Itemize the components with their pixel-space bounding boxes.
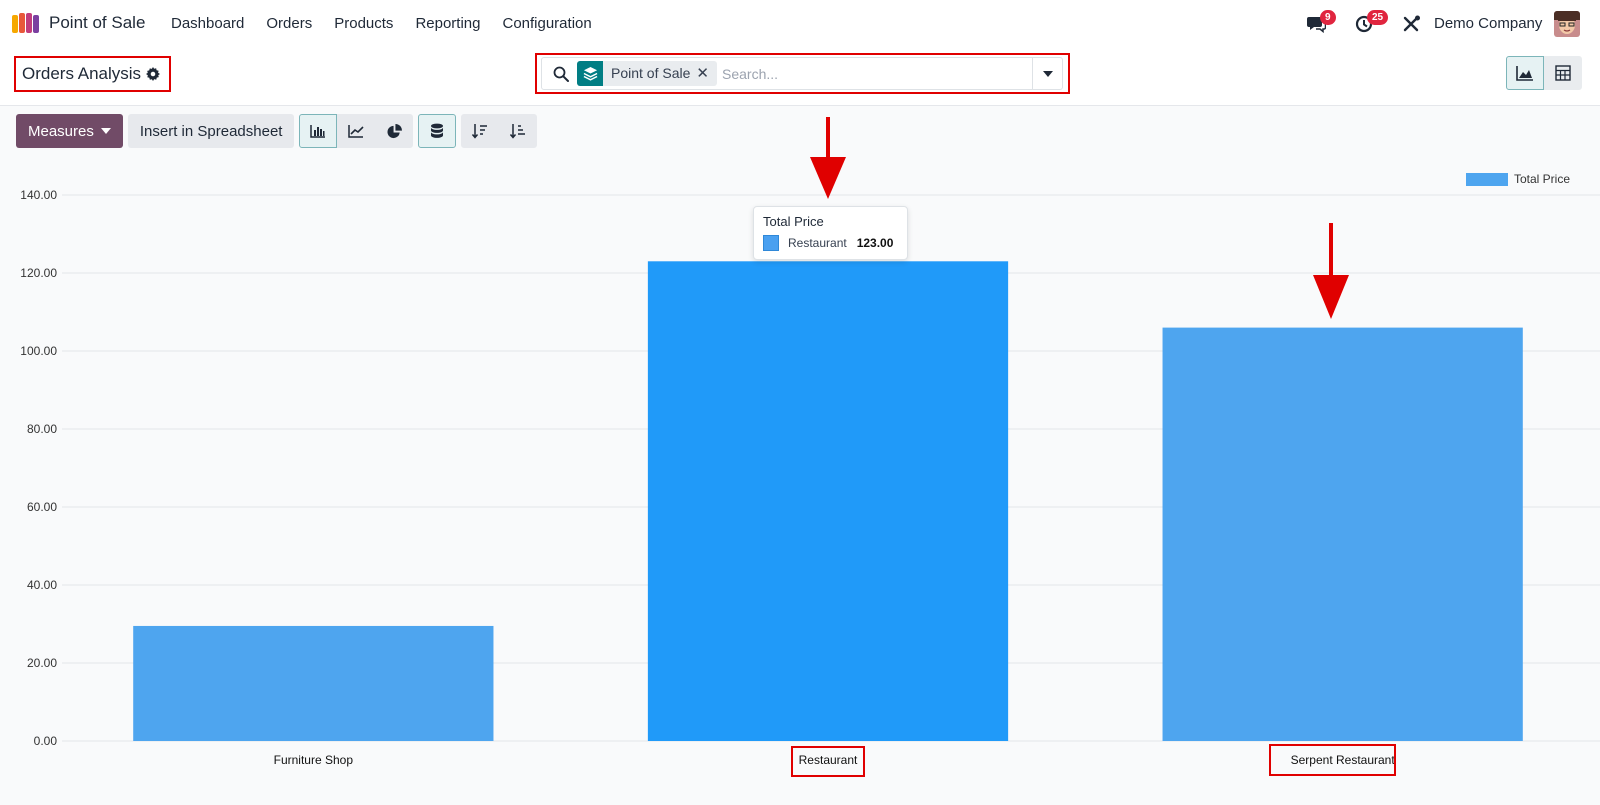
- pos-app-icon[interactable]: [12, 13, 40, 33]
- area-chart-icon: [1516, 66, 1533, 81]
- graph-view-button[interactable]: [1506, 56, 1544, 90]
- database-icon: [431, 123, 444, 138]
- view-switcher: [1506, 56, 1582, 90]
- app-title[interactable]: Point of Sale: [49, 13, 145, 33]
- chart-tooltip: Total Price Restaurant 123.00: [753, 206, 908, 260]
- chart-type-group: [299, 114, 414, 148]
- tooltip-swatch: [763, 235, 779, 251]
- sort-group: [461, 114, 538, 148]
- tooltip-value: 123.00: [856, 236, 894, 250]
- page-title: Orders Analysis: [22, 64, 142, 83]
- facet-remove-button[interactable]: ✕: [696, 61, 717, 86]
- pie-chart-icon: [387, 123, 402, 138]
- tooltip-series-name: Restaurant: [788, 236, 847, 250]
- search-facet: Point of Sale ✕: [577, 61, 717, 86]
- label-highlight-box: [1269, 744, 1396, 776]
- y-tick-label: 20.00: [27, 656, 57, 670]
- menu-configuration[interactable]: Configuration: [491, 15, 602, 32]
- menu-orders[interactable]: Orders: [255, 15, 323, 32]
- graph-content: 0.00 20.00 40.00 60.00 80.00 100.00 120.00 140.…: [0, 106, 1600, 805]
- bar-chart-button[interactable]: [299, 114, 338, 148]
- stacked-group: [418, 114, 457, 148]
- line-chart-button[interactable]: [337, 114, 376, 148]
- measures-button[interactable]: Measures: [16, 114, 123, 148]
- tooltip-row: Restaurant 123.00: [763, 235, 898, 251]
- bar-furniture-shop[interactable]: [133, 625, 494, 741]
- search-input[interactable]: [722, 64, 1002, 84]
- bar-chart-icon: [310, 125, 326, 138]
- label-highlight-box: [791, 746, 865, 777]
- y-tick-label: 40.00: [27, 578, 57, 592]
- measures-label: Measures: [28, 122, 94, 140]
- caret-down-icon: [1042, 70, 1053, 77]
- bar-restaurant[interactable]: [647, 261, 1009, 741]
- breadcrumb: Orders Analysis: [14, 56, 171, 92]
- annotation-arrow-down: [1313, 223, 1349, 319]
- facet-label: Point of Sale: [611, 65, 691, 81]
- stacked-button[interactable]: [418, 114, 457, 148]
- debug-tools-icon[interactable]: [1402, 15, 1422, 33]
- sort-ascending-button[interactable]: [499, 114, 538, 148]
- layers-icon: [577, 61, 603, 86]
- legend-swatch[interactable]: [1466, 173, 1508, 186]
- y-tick-label: 80.00: [27, 422, 57, 436]
- y-tick-label: 100.00: [20, 344, 57, 358]
- pie-chart-button[interactable]: [375, 114, 414, 148]
- sort-descending-button[interactable]: [461, 114, 500, 148]
- graph-toolbar: Measures Insert in Spreadsheet: [16, 114, 538, 148]
- user-avatar[interactable]: [1554, 11, 1580, 37]
- top-navbar: Point of Sale Dashboard Orders Products …: [0, 0, 1600, 46]
- x-category-label: Furniture Shop: [274, 753, 354, 767]
- y-tick-label: 140.00: [20, 188, 57, 202]
- sort-ascending-icon: [510, 124, 526, 139]
- y-tick-label: 0.00: [34, 734, 58, 748]
- search-options-toggle[interactable]: [1032, 58, 1062, 89]
- control-panel: Orders Analysis Point of Sale ✕: [0, 46, 1600, 106]
- caret-down-icon: [100, 128, 111, 134]
- annotation-arrow-down: [810, 117, 846, 199]
- legend-label[interactable]: Total Price: [1514, 172, 1570, 186]
- pivot-view-button[interactable]: [1544, 56, 1582, 90]
- activities-badge: 25: [1367, 10, 1389, 25]
- insert-spreadsheet-button[interactable]: Insert in Spreadsheet: [127, 114, 295, 148]
- tooltip-title: Total Price: [763, 214, 824, 229]
- line-chart-icon: [348, 125, 365, 138]
- menu-dashboard[interactable]: Dashboard: [160, 15, 255, 32]
- y-tick-label: 120.00: [20, 266, 57, 280]
- sort-descending-icon: [472, 124, 488, 139]
- gear-icon[interactable]: [146, 67, 161, 81]
- menu-products[interactable]: Products: [323, 15, 404, 32]
- menu-reporting[interactable]: Reporting: [404, 15, 491, 32]
- company-switcher[interactable]: Demo Company: [1434, 15, 1542, 32]
- messages-badge: 9: [1320, 10, 1336, 25]
- y-tick-label: 60.00: [27, 500, 57, 514]
- table-grid-icon: [1555, 65, 1571, 81]
- bar-serpent-restaurant[interactable]: [1162, 327, 1523, 741]
- search-bar: Point of Sale ✕: [541, 57, 1063, 90]
- main-menu: Dashboard Orders Products Reporting Conf…: [160, 0, 603, 46]
- search-icon[interactable]: [553, 66, 569, 82]
